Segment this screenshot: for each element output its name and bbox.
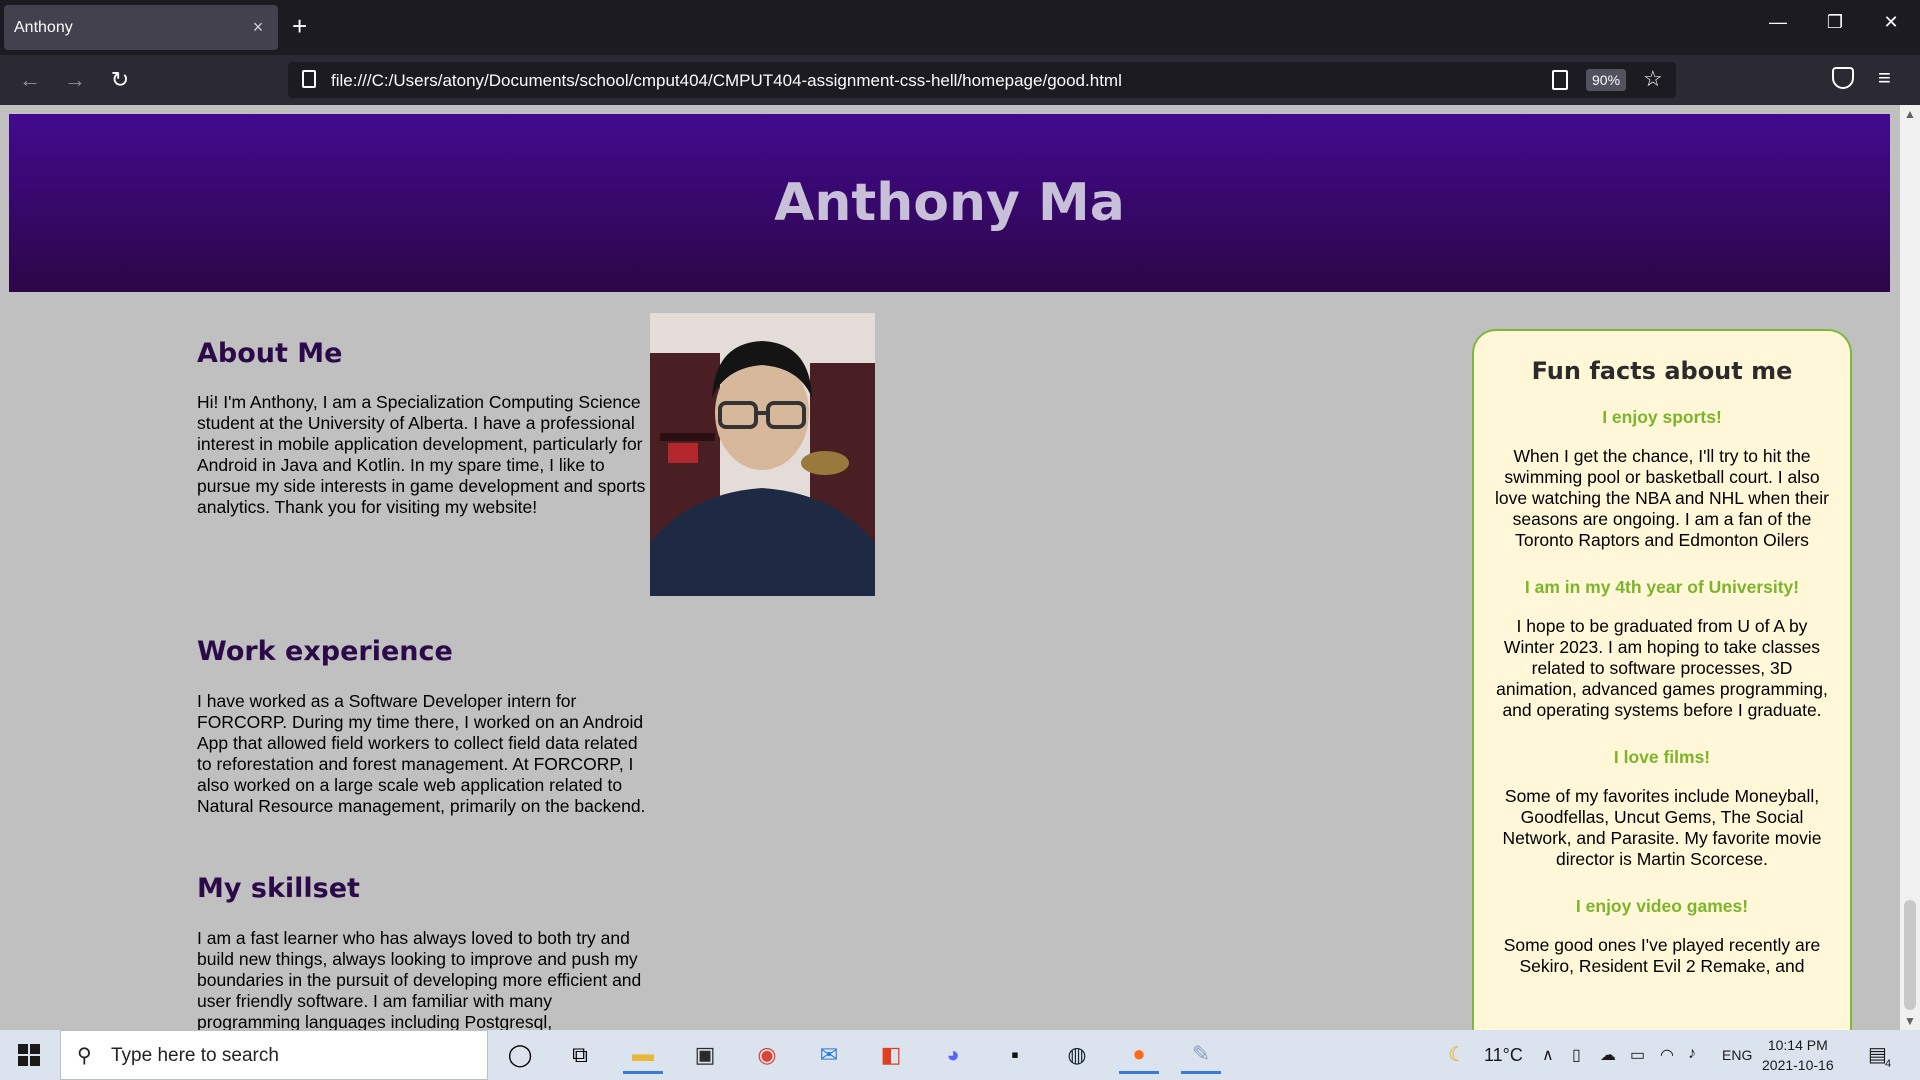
skills-title: My skillset (197, 873, 360, 904)
paint-icon[interactable]: ✎ (1181, 1036, 1221, 1074)
work-title: Work experience (197, 636, 453, 667)
windows-start-icon[interactable] (18, 1044, 40, 1066)
tab-title: Anthony (14, 18, 73, 36)
about-title: About Me (197, 338, 343, 369)
fact-heading: I enjoy video games! (1575, 896, 1749, 916)
task-view-icon[interactable]: ⧉ (560, 1036, 600, 1074)
clock-time: 10:14 PM (1767, 1037, 1828, 1053)
reader-view-icon[interactable] (1552, 70, 1568, 90)
scrollbar-thumb[interactable] (1904, 900, 1916, 1010)
menu-icon[interactable]: ≡ (1878, 65, 1891, 91)
weather-moon-icon[interactable]: ☾ (1448, 1042, 1466, 1067)
pocket-icon[interactable] (1832, 67, 1854, 89)
clock-date: 2021-10-16 (1762, 1057, 1834, 1073)
page-scrollbar[interactable]: ▲ ▼ (1900, 105, 1920, 1030)
browser-tab[interactable]: Anthony × (4, 5, 278, 50)
weather-temp[interactable]: 11°C (1484, 1045, 1523, 1066)
new-tab-button[interactable]: + (292, 12, 307, 40)
page-viewport: Anthony Ma About Me Hi! I'm Anthony, I a… (0, 105, 1900, 1030)
chrome-icon[interactable]: ◉ (747, 1036, 787, 1074)
system-clock[interactable]: 10:14 PM 2021-10-16 (1762, 1035, 1834, 1075)
battery-icon[interactable]: ▭ (1630, 1045, 1645, 1065)
fact-text: When I get the chance, I'll try to hit t… (1495, 446, 1829, 550)
cortana-icon[interactable]: ◯ (500, 1036, 540, 1074)
page-icon (302, 70, 316, 88)
windows-taskbar: ⚲ Type here to search ◯ ⧉ ▬ ▣ ◉ ✉ ◧ ◕ ▪ … (0, 1030, 1920, 1080)
mail-icon[interactable]: ✉ (809, 1036, 849, 1074)
store-icon[interactable]: ▣ (685, 1036, 725, 1074)
restore-button[interactable]: ❐ (1820, 12, 1850, 33)
fact-text: I hope to be graduated from U of A by Wi… (1496, 616, 1828, 720)
bookmark-star-icon[interactable]: ☆ (1643, 66, 1663, 92)
volume-icon[interactable]: ♪ (1688, 1045, 1696, 1063)
fun-facts-panel: Fun facts about me I enjoy sports! When … (1472, 329, 1852, 1030)
firefox-icon[interactable]: ● (1119, 1036, 1159, 1074)
fact-heading: I am in my 4th year of University! (1524, 577, 1800, 597)
back-button[interactable]: ← (16, 66, 44, 94)
navigation-toolbar: ← → ↻ file:///C:/Users/atony/Documents/s… (0, 55, 1920, 105)
tab-bar: Anthony × + — ❐ ✕ (0, 0, 1920, 55)
terminal-icon[interactable]: ▪ (995, 1036, 1035, 1074)
url-text[interactable]: file:///C:/Users/atony/Documents/school/… (331, 71, 1122, 91)
office-icon[interactable]: ◧ (871, 1036, 911, 1074)
language-indicator[interactable]: ENG (1722, 1047, 1752, 1063)
fact-heading: I enjoy sports! (1602, 407, 1722, 427)
scroll-down-icon[interactable]: ▼ (1904, 1014, 1916, 1028)
device-icon[interactable]: ▯ (1572, 1045, 1581, 1065)
minimize-button[interactable]: — (1763, 12, 1793, 33)
taskbar-search-box[interactable]: ⚲ Type here to search (60, 1030, 488, 1080)
zoom-level[interactable]: 90% (1586, 69, 1627, 91)
search-icon: ⚲ (77, 1045, 92, 1067)
onedrive-icon[interactable]: ☁ (1600, 1045, 1616, 1065)
address-bar[interactable]: file:///C:/Users/atony/Documents/school/… (288, 62, 1676, 98)
forward-button[interactable]: → (61, 66, 89, 94)
site-header: Anthony Ma (9, 114, 1890, 292)
page-title: Anthony Ma (774, 173, 1125, 233)
notification-count: 4 (1885, 1058, 1892, 1070)
wifi-icon[interactable]: ◠ (1660, 1045, 1674, 1065)
skills-text: I am a fast learner who has always loved… (197, 928, 642, 1030)
fact-text: Some good ones I've played recently are … (1503, 935, 1821, 976)
discord-icon[interactable]: ◕ (933, 1036, 973, 1074)
tray-chevron-icon[interactable]: ∧ (1542, 1045, 1554, 1065)
work-text: I have worked as a Software Developer in… (197, 691, 646, 816)
fun-facts-title: Fun facts about me (1531, 357, 1793, 385)
profile-photo (650, 313, 875, 596)
reload-button[interactable]: ↻ (106, 66, 134, 94)
fact-heading: I love films! (1613, 747, 1711, 767)
about-text: Hi! I'm Anthony, I am a Specialization C… (197, 392, 646, 517)
search-placeholder: Type here to search (111, 1045, 279, 1066)
file-explorer-icon[interactable]: ▬ (623, 1036, 663, 1074)
steam-icon[interactable]: ◍ (1057, 1036, 1097, 1074)
tab-close-icon[interactable]: × (248, 17, 268, 38)
fact-text: Some of my favorites include Moneyball, … (1502, 786, 1822, 869)
close-window-button[interactable]: ✕ (1876, 12, 1906, 33)
scroll-up-icon[interactable]: ▲ (1904, 107, 1916, 121)
